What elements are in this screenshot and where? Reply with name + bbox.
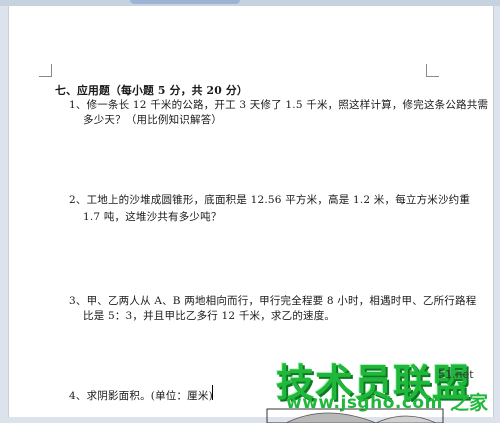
crop-mark-top-right [426, 64, 439, 77]
question-1-line-2: 多少天？（用比例知识解答） [83, 114, 223, 126]
question-4-line-1: 4、求阴影面积。(单位：厘米) [69, 390, 213, 402]
question-3-line-1: 3、甲、乙两人从 A、B 两地相向而行，甲行完全程要 8 小时，相遇时甲、乙所行… [69, 295, 477, 307]
question-2-line-1: 2、工地上的沙堆成圆锥形，底面积是 12.56 平方米，高是 1.2 米，每立方… [69, 194, 471, 206]
question-2-line-2: 1.7 吨，这堆沙共有多少吨？ [83, 211, 222, 223]
section-title: 七、应用题（每小题 5 分，共 20 分） [55, 84, 248, 97]
question-1-line-1: 1、修一条长 12 千米的公路，开工 3 天修了 1.5 千米，照这样计算，修完… [69, 99, 489, 111]
watermark-url: www.jsgho.com [286, 393, 443, 413]
question-3-line-2: 比是 5：3，并且甲比乙多行 12 千米，求乙的速度。 [83, 310, 336, 322]
watermark-home-label: 之家 [450, 392, 489, 414]
watermark-domain-fragment: 51.net [438, 368, 474, 381]
ribbon-tab-edge [130, 0, 240, 4]
crop-mark-top-left [39, 64, 52, 77]
text-cursor [212, 385, 213, 400]
